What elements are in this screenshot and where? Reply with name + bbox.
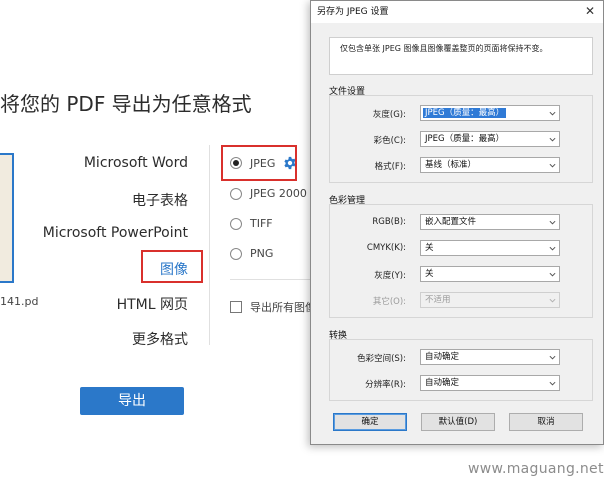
defaults-button[interactable]: 默认值(D)	[421, 413, 495, 431]
color-management-group: RGB(B): 嵌入配置文件 CMYK(K): 关 灰度(Y): 关 其它(O)…	[329, 204, 593, 318]
document-thumbnail[interactable]	[0, 153, 14, 283]
rgb-select[interactable]: 嵌入配置文件	[420, 214, 560, 230]
other-select: 不适用	[420, 292, 560, 308]
chevron-down-icon	[549, 246, 556, 251]
close-icon[interactable]: ✕	[583, 4, 597, 18]
format-divider	[209, 145, 210, 345]
format-microsoft-word[interactable]: Microsoft Word	[84, 155, 188, 171]
chevron-down-icon	[549, 163, 556, 168]
radio-png[interactable]: PNG	[230, 247, 273, 260]
cmyk-value: 关	[425, 243, 434, 253]
format-html[interactable]: HTML 网页	[117, 294, 188, 314]
checkbox[interactable]	[230, 301, 242, 313]
color-select[interactable]: JPEG（质量：最高）	[420, 131, 560, 147]
conversion-group: 色彩空间(S): 自动确定 分辨率(R): 自动确定	[329, 339, 593, 401]
radio-tiff[interactable]: TIFF	[230, 217, 273, 230]
radio-png-label: PNG	[250, 247, 274, 260]
jpeg-settings-dialog: 另存为 JPEG 设置 ✕ 仅包含单张 JPEG 图像且图像覆盖整页的页面将保持…	[310, 0, 604, 445]
info-message: 仅包含单张 JPEG 图像且图像覆盖整页的页面将保持不变。	[329, 37, 593, 75]
chevron-down-icon	[549, 272, 556, 277]
radio-jpeg2000[interactable]: JPEG 2000	[230, 187, 307, 200]
radio-jpeg2000-label: JPEG 2000	[250, 187, 307, 200]
chevron-down-icon	[549, 381, 556, 386]
color-value: JPEG（质量：最高）	[425, 134, 505, 144]
resolution-select[interactable]: 自动确定	[420, 375, 560, 391]
format-label: 格式(F):	[374, 162, 406, 172]
rgb-label: RGB(B):	[372, 217, 406, 227]
gray-profile-select[interactable]: 关	[420, 266, 560, 282]
gray-profile-value: 关	[425, 269, 434, 279]
resolution-value: 自动确定	[425, 378, 460, 388]
image-format-highlight	[141, 250, 203, 283]
resolution-label: 分辨率(R):	[365, 380, 406, 390]
colorspace-select[interactable]: 自动确定	[420, 349, 560, 365]
options-divider	[230, 279, 310, 280]
watermark: www.maguang.net	[468, 461, 604, 477]
chevron-down-icon	[549, 298, 556, 303]
export-all-images-checkbox[interactable]: 导出所有图像	[230, 299, 316, 315]
chevron-down-icon	[549, 137, 556, 142]
colorspace-label: 色彩空间(S):	[357, 354, 406, 364]
grayscale-select[interactable]: JPEG（质量：最高）	[420, 105, 560, 121]
color-label: 彩色(C):	[373, 136, 406, 146]
radio-tiff-label: TIFF	[250, 217, 273, 230]
chevron-down-icon	[549, 111, 556, 116]
export-all-images-label: 导出所有图像	[250, 301, 316, 314]
grayscale-label: 灰度(G):	[372, 110, 406, 120]
radio-button[interactable]	[230, 247, 242, 260]
rgb-value: 嵌入配置文件	[425, 217, 477, 227]
chevron-down-icon	[549, 355, 556, 360]
format-spreadsheet[interactable]: 电子表格	[132, 190, 188, 210]
format-value: 基线（标准）	[425, 160, 477, 170]
cmyk-label: CMYK(K):	[366, 243, 406, 253]
radio-button[interactable]	[230, 187, 242, 200]
ok-button[interactable]: 确定	[333, 413, 407, 431]
grayscale-value: JPEG（质量：最高）	[423, 108, 507, 118]
cmyk-select[interactable]: 关	[420, 240, 560, 256]
format-microsoft-powerpoint[interactable]: Microsoft PowerPoint	[43, 225, 188, 241]
file-name: 141.pd	[0, 295, 39, 308]
other-value: 不适用	[425, 295, 451, 305]
chevron-down-icon	[549, 220, 556, 225]
cancel-button[interactable]: 取消	[509, 413, 583, 431]
dialog-title: 另存为 JPEG 设置	[311, 1, 603, 23]
gray-profile-label: 灰度(Y):	[374, 271, 406, 281]
file-settings-group: 灰度(G): JPEG（质量：最高） 彩色(C): JPEG（质量：最高） 格式…	[329, 95, 593, 183]
export-button[interactable]: 导出	[80, 387, 184, 415]
radio-button[interactable]	[230, 217, 242, 230]
page-title: 将您的 PDF 导出为任意格式	[0, 92, 252, 116]
format-select[interactable]: 基线（标准）	[420, 157, 560, 173]
other-label: 其它(O):	[372, 297, 406, 307]
jpeg-option-highlight	[221, 145, 297, 181]
format-more[interactable]: 更多格式	[132, 329, 188, 349]
colorspace-value: 自动确定	[425, 352, 460, 362]
